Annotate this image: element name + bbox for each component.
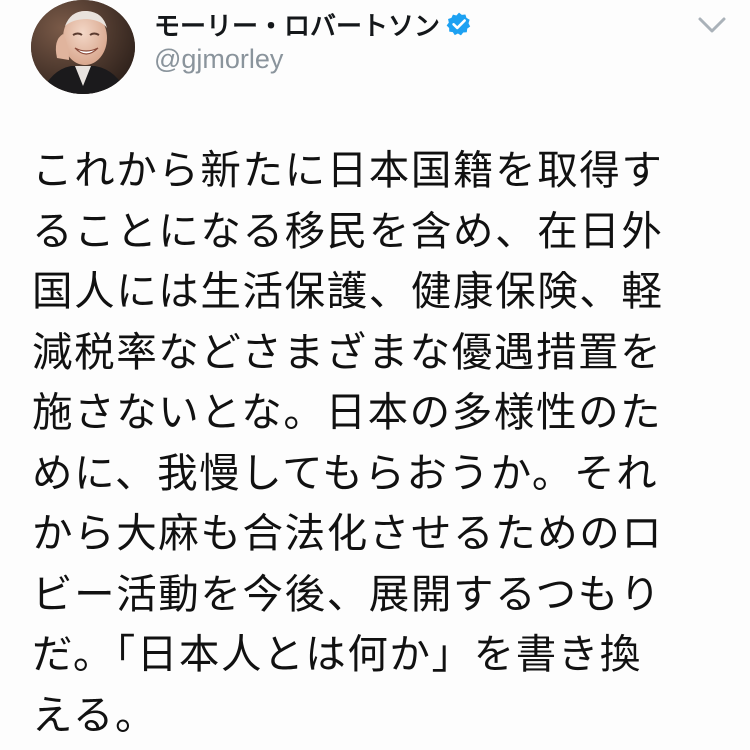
tweet-text-line: ることになる移民を含め、在日外 <box>32 206 664 255</box>
author-avatar[interactable] <box>31 0 135 94</box>
author-handle[interactable]: @gjmorley <box>154 44 283 75</box>
tweet-text-line: 減税率などさまざまな優遇措置を <box>32 327 663 376</box>
verified-badge-icon <box>446 12 471 36</box>
tweet-text-line: めに、我慢してもらおうか。それ <box>32 448 659 497</box>
tweet-text-line: ビー活動を今後、展開するつもり <box>32 569 662 618</box>
tweet-text-line: 国人には生活保護、健康保険、軽 <box>32 267 664 315</box>
author-display-name[interactable]: モーリー・ロバートソン <box>154 6 440 43</box>
avatar-photo <box>31 0 135 94</box>
tweet-text: これから新たに日本国籍を取得す ることになる移民を含め、在日外 国人には生活保護… <box>32 140 732 745</box>
tweet-text-line: 施さないとな。日本の多様性のた <box>32 388 663 436</box>
tweet-text-line: これから新たに日本国籍を取得す <box>32 146 664 194</box>
author-name-row: モーリー・ロバートソン <box>154 4 472 44</box>
tweet-text-line: だ。「日本人とは何か」を書き換 <box>32 630 643 678</box>
chevron-down-icon[interactable] <box>694 10 730 40</box>
tweet-text-line: える。 <box>32 690 158 739</box>
tweet-text-line: から大麻も合法化させるためのロ <box>32 509 664 557</box>
tweet-card: モーリー・ロバートソン @gjmorley これから新たに日本国籍を取得す るこ… <box>0 0 750 750</box>
